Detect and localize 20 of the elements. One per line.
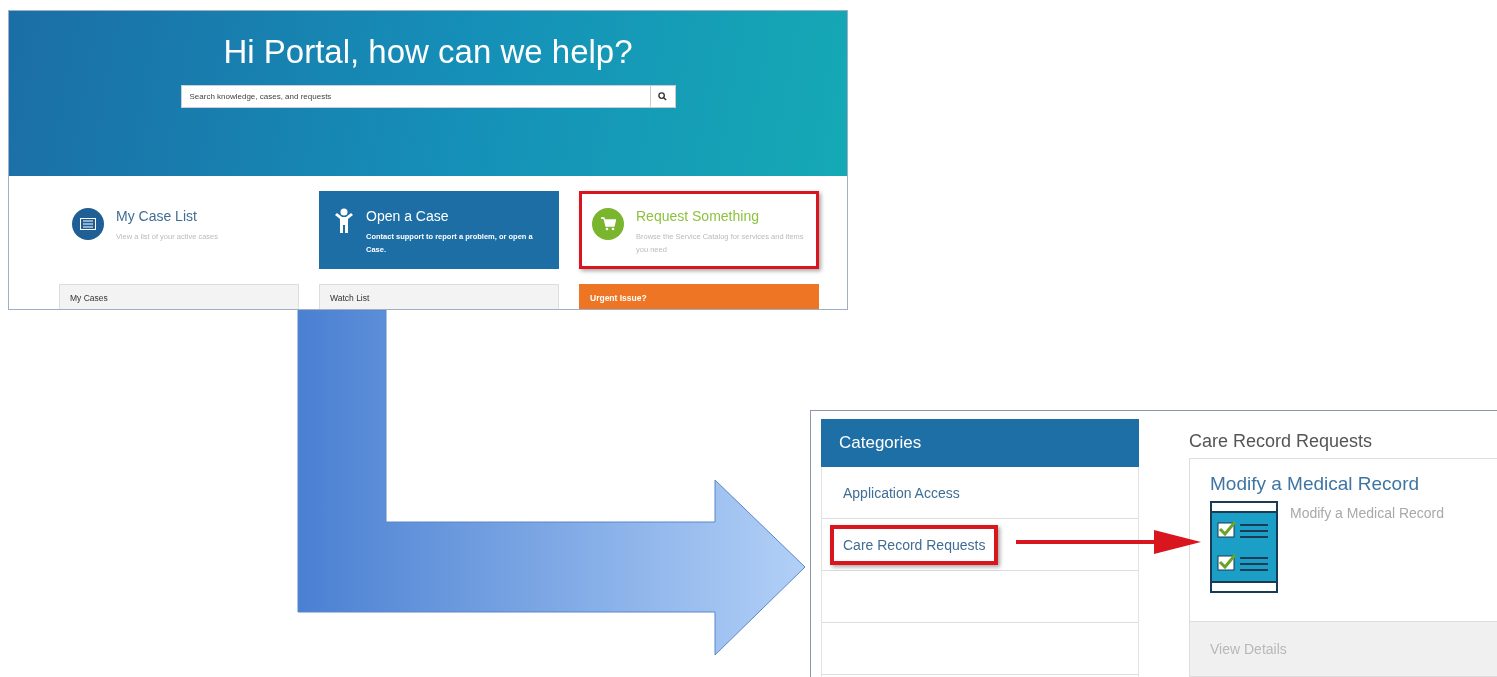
cart-icon [592,208,624,240]
alert-panel: Urgent Issue? [579,284,819,309]
action-title: Open a Case [366,208,450,224]
list-icon [72,208,104,240]
search-icon [658,92,667,101]
action-title: Request Something [636,208,760,224]
item-title[interactable]: Modify a Medical Record [1210,473,1477,495]
tablet-checklist-icon [1210,501,1278,593]
greeting-heading: Hi Portal, how can we help? [223,33,633,71]
action-title: My Case List [116,208,198,224]
panel-header: My Cases [59,284,299,309]
search-field[interactable]: Search knowledge, cases, and requests [180,85,650,108]
panel-header: Watch List [319,284,559,309]
category-link[interactable]: Care Record Requests [830,524,999,565]
search-button[interactable] [649,85,676,108]
item-description: Modify a Medical Record [1290,505,1445,523]
person-icon [334,208,354,234]
section-title: Care Record Requests [1189,431,1374,453]
category-link[interactable]: Application Access [830,472,973,513]
categories-header: Categories [821,419,1139,467]
